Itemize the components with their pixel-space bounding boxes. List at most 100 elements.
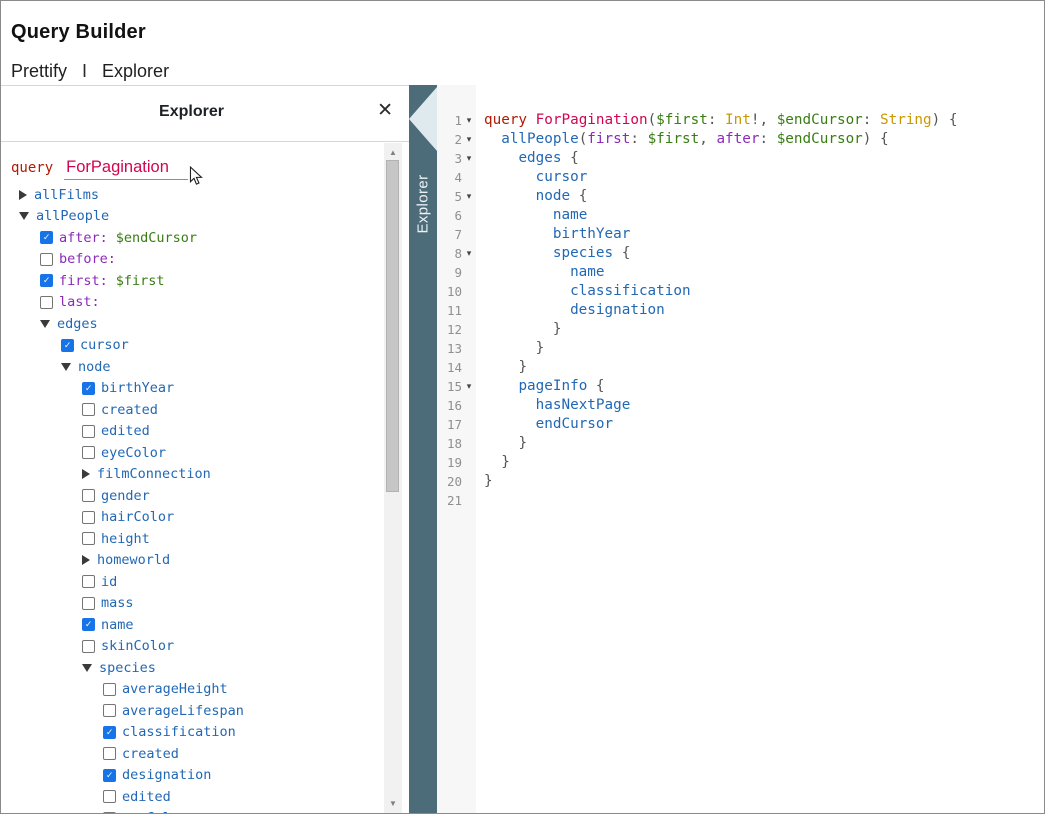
- fold-marker-icon[interactable]: ▾: [462, 130, 476, 149]
- explorer-toggle-button[interactable]: Explorer: [102, 61, 169, 82]
- checkbox-checked[interactable]: ✓: [40, 231, 53, 244]
- tree-row-averageLifespan[interactable]: averageLifespan: [1, 700, 384, 722]
- query-name-row: query: [11, 158, 188, 180]
- checkbox-unchecked[interactable]: [103, 747, 116, 760]
- tree-row-edited[interactable]: edited: [1, 421, 384, 443]
- query-editor[interactable]: 1▾2▾3▾45▾678▾9101112131415▾161718192021 …: [437, 85, 1044, 813]
- checkbox-unchecked[interactable]: [82, 640, 95, 653]
- checkbox-unchecked[interactable]: [103, 790, 116, 803]
- tree-row-eyeColor[interactable]: eyeColor: [1, 442, 384, 464]
- tree-row-last[interactable]: last:: [1, 292, 384, 314]
- prettify-button[interactable]: Prettify: [11, 61, 67, 82]
- tree-row-classification[interactable]: ✓ classification: [1, 722, 384, 744]
- tree-row-skinColor[interactable]: skinColor: [1, 636, 384, 658]
- checkbox-unchecked[interactable]: [82, 403, 95, 416]
- checkbox-unchecked[interactable]: [82, 425, 95, 438]
- tree-row-name[interactable]: ✓ name: [1, 614, 384, 636]
- tree-row-created[interactable]: created: [1, 399, 384, 421]
- tree-row-id[interactable]: id: [1, 571, 384, 593]
- tree-row-after[interactable]: ✓after:$endCursor: [1, 227, 384, 249]
- tree-row-allPeople[interactable]: allPeople: [1, 206, 384, 228]
- code-line-16: hasNextPage: [484, 396, 1044, 415]
- line-number: 8: [454, 246, 462, 261]
- gutter-row: 11: [437, 301, 476, 320]
- line-number: 18: [447, 436, 462, 451]
- checkbox-unchecked[interactable]: [40, 296, 53, 309]
- tree-row-homeworld[interactable]: homeworld: [1, 550, 384, 572]
- close-icon[interactable]: ✕: [377, 100, 393, 122]
- caret-collapsed-icon[interactable]: [19, 190, 27, 200]
- caret-expanded-icon[interactable]: [40, 320, 50, 328]
- scroll-down-icon[interactable]: ▼: [384, 796, 402, 812]
- tree-row-hairColor[interactable]: hairColor: [1, 507, 384, 529]
- editor-gutter: 1▾2▾3▾45▾678▾9101112131415▾161718192021: [437, 85, 476, 813]
- fold-marker-icon[interactable]: ▾: [462, 377, 476, 396]
- tree-row-designation[interactable]: ✓ designation: [1, 765, 384, 787]
- caret-collapsed-icon[interactable]: [82, 469, 90, 479]
- tree-item-label: cursor: [80, 337, 129, 353]
- tree-row-gender[interactable]: gender: [1, 485, 384, 507]
- tree-row-averageHeight[interactable]: averageHeight: [1, 679, 384, 701]
- caret-expanded-icon[interactable]: [19, 212, 29, 220]
- tree-row-filmConnection[interactable]: filmConnection: [1, 464, 384, 486]
- checkbox-checked[interactable]: ✓: [61, 339, 74, 352]
- checkbox-checked[interactable]: ✓: [103, 726, 116, 739]
- gutter-row: 2▾: [437, 130, 476, 149]
- tree-item-label: name: [101, 617, 134, 633]
- caret-expanded-icon[interactable]: [61, 363, 71, 371]
- fold-marker-icon[interactable]: ▾: [462, 244, 476, 263]
- tree-item-label: node: [78, 359, 111, 375]
- checkbox-unchecked[interactable]: [103, 683, 116, 696]
- checkbox-unchecked[interactable]: [82, 575, 95, 588]
- fold-marker-icon[interactable]: ▾: [462, 187, 476, 206]
- tree-row-cursor[interactable]: ✓ cursor: [1, 335, 384, 357]
- tree-row-edited[interactable]: edited: [1, 786, 384, 808]
- tree-row-before[interactable]: before:: [1, 249, 384, 271]
- tree-row-species[interactable]: species: [1, 657, 384, 679]
- code-line-10: classification: [484, 282, 1044, 301]
- checkbox-checked[interactable]: ✓: [40, 274, 53, 287]
- tree-row-height[interactable]: height: [1, 528, 384, 550]
- query-name-input[interactable]: [64, 158, 188, 180]
- scrollbar-thumb[interactable]: [386, 160, 399, 492]
- checkbox-unchecked[interactable]: [82, 532, 95, 545]
- line-number: 3: [454, 151, 462, 166]
- gutter-row: 15▾: [437, 377, 476, 396]
- fold-marker-icon[interactable]: ▾: [462, 111, 476, 130]
- tree-row-birthYear[interactable]: ✓birthYear: [1, 378, 384, 400]
- tree-row-first[interactable]: ✓first:$first: [1, 270, 384, 292]
- fold-marker-icon[interactable]: ▾: [462, 149, 476, 168]
- caret-collapsed-icon[interactable]: [82, 555, 90, 565]
- explorer-tab[interactable]: Explorer: [409, 85, 437, 813]
- tree-row-node[interactable]: node: [1, 356, 384, 378]
- code-line-14: }: [484, 358, 1044, 377]
- tree-row-mass[interactable]: mass: [1, 593, 384, 615]
- checkbox-unchecked[interactable]: [82, 511, 95, 524]
- explorer-scrollbar[interactable]: ▲ ▼: [384, 143, 402, 814]
- code-line-17: endCursor: [484, 415, 1044, 434]
- tree-row-allFilms[interactable]: allFilms: [1, 184, 384, 206]
- tree-item-label: designation: [122, 767, 211, 783]
- tree-row-eyeColors[interactable]: eyeColors: [1, 808, 384, 814]
- checkbox-unchecked[interactable]: [82, 489, 95, 502]
- tree-item-label: classification: [122, 724, 236, 740]
- caret-expanded-icon[interactable]: [82, 664, 92, 672]
- checkbox-checked[interactable]: ✓: [82, 618, 95, 631]
- explorer-panel-header: Explorer ✕: [1, 86, 410, 142]
- editor-code[interactable]: query ForPagination($first: Int!, $endCu…: [476, 85, 1044, 813]
- scroll-up-icon[interactable]: ▲: [384, 145, 402, 161]
- checkbox-unchecked[interactable]: [103, 704, 116, 717]
- tree-item-label: before:: [59, 251, 116, 267]
- tree-row-created[interactable]: created: [1, 743, 384, 765]
- code-line-6: name: [484, 206, 1044, 225]
- tree-item-label: species: [99, 660, 156, 676]
- tree-row-edges[interactable]: edges: [1, 313, 384, 335]
- checkbox-unchecked[interactable]: [82, 597, 95, 610]
- checkbox-unchecked[interactable]: [40, 253, 53, 266]
- checkbox-checked[interactable]: ✓: [82, 382, 95, 395]
- gutter-row: 17: [437, 415, 476, 434]
- code-line-18: }: [484, 434, 1044, 453]
- checkbox-checked[interactable]: ✓: [103, 769, 116, 782]
- checkbox-unchecked[interactable]: [82, 446, 95, 459]
- gutter-row: 10: [437, 282, 476, 301]
